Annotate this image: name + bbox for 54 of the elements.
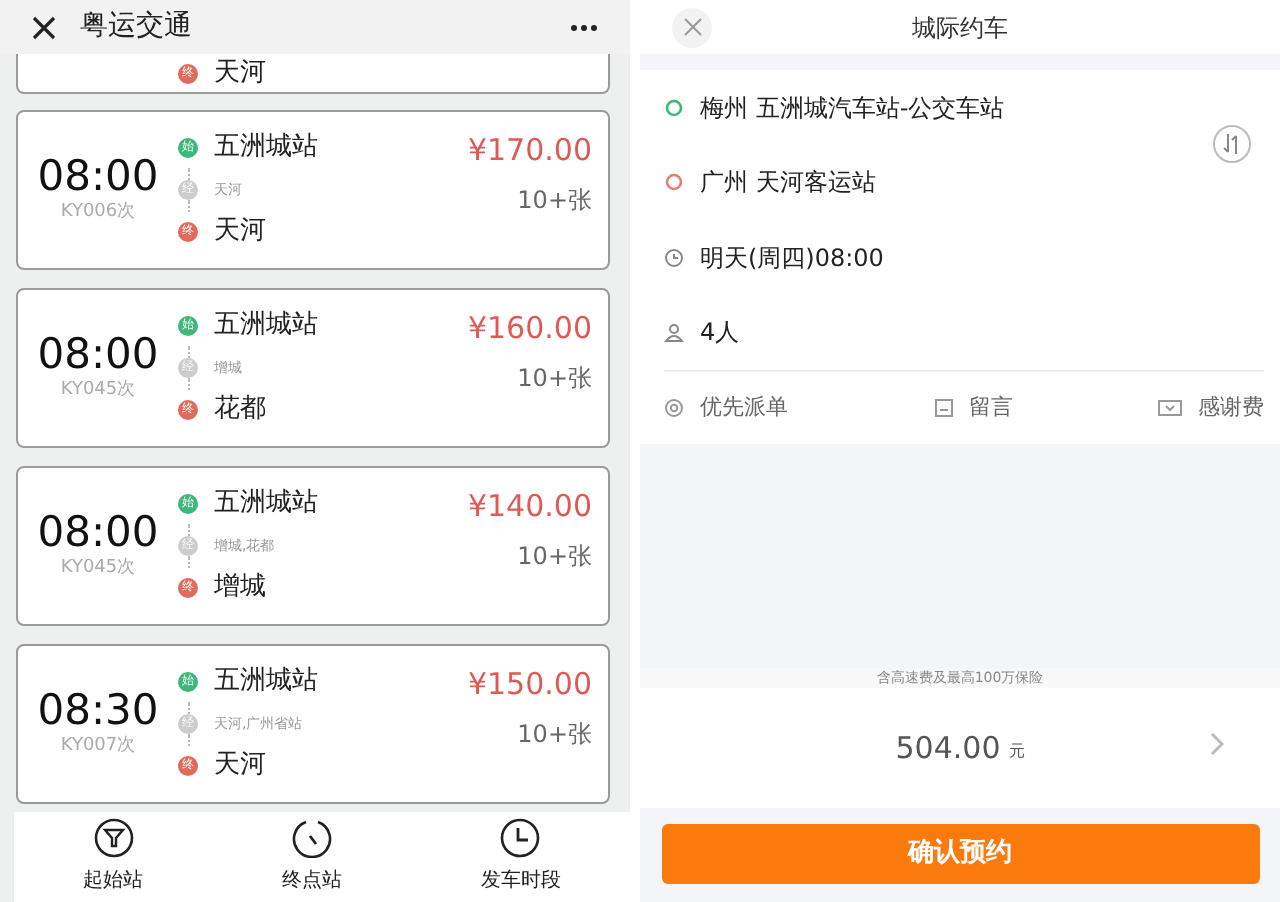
ticket-price: ¥150.00 <box>467 664 592 706</box>
nav-tab[interactable]: 发车时段 <box>480 818 561 896</box>
header-title: 粤运交通 <box>80 8 192 46</box>
nav-tab[interactable]: 终点站 <box>281 818 342 896</box>
trip-code: KY007次 <box>60 733 136 760</box>
price-unit: 元 <box>1008 740 1025 764</box>
more-icon[interactable] <box>570 23 598 31</box>
route-row[interactable]: 明天(周四)08:00 <box>664 220 1264 295</box>
swap-icon[interactable] <box>1212 124 1252 164</box>
clock-icon <box>500 818 541 858</box>
ticket-count: 10+张 <box>517 717 592 751</box>
trip-code: KY006次 <box>60 199 136 226</box>
arrival-station: 花都 <box>214 392 266 429</box>
option-button[interactable]: 优先派单 <box>664 391 788 425</box>
arrival-station: 天河 <box>214 55 266 92</box>
departure-station: 五洲城站 <box>214 486 318 523</box>
option-button[interactable]: 感谢费 <box>1158 391 1264 425</box>
departure-time: 08:00 <box>37 509 159 556</box>
ticket-count: 10+张 <box>517 539 592 573</box>
ticket-icon <box>1158 398 1182 418</box>
route-row[interactable]: 广州 天河客运站 <box>664 145 1264 220</box>
chevron-right-icon <box>1210 732 1224 756</box>
total-price: 504.00 <box>895 727 1001 770</box>
option-button[interactable]: 留言 <box>933 391 1013 425</box>
ticket-price: ¥140.00 <box>467 486 592 528</box>
departure-station: 五洲城站 <box>214 664 318 701</box>
departure-station: 五洲城站 <box>214 130 318 167</box>
filter-icon <box>93 818 134 858</box>
clock-icon <box>664 247 684 268</box>
ticket-price: ¥170.00 <box>467 130 592 172</box>
nav-tab[interactable]: 起始站 <box>83 818 144 896</box>
arrival-station: 天河 <box>214 748 266 785</box>
route-row[interactable]: 4人 <box>664 295 1264 370</box>
arrival-station: 天河 <box>214 214 266 251</box>
departure-time: 08:00 <box>37 331 159 378</box>
page-title: 城际约车 <box>912 11 1008 45</box>
ticket-count: 10+张 <box>517 183 592 217</box>
departure-station: 五洲城站 <box>214 308 318 345</box>
close-icon <box>683 18 701 36</box>
note-icon <box>933 398 953 418</box>
trip-code: KY045次 <box>60 555 136 582</box>
route-row[interactable]: 梅州 五洲城汽车站-公交车站 <box>664 70 1264 145</box>
arrival-station: 增城 <box>214 570 266 607</box>
trip-code: KY045次 <box>60 377 136 404</box>
close-icon[interactable] <box>32 15 56 39</box>
destination-dot-icon <box>664 172 684 193</box>
price-bar[interactable]: 504.00 元 <box>640 688 1280 808</box>
dial-icon <box>291 818 332 858</box>
origin-dot-icon <box>664 97 684 118</box>
ticket-count: 10+张 <box>517 361 592 395</box>
departure-time: 08:00 <box>37 153 159 200</box>
departure-time: 08:30 <box>37 687 159 734</box>
ticket-price: ¥160.00 <box>467 308 592 350</box>
person-icon <box>664 322 684 343</box>
